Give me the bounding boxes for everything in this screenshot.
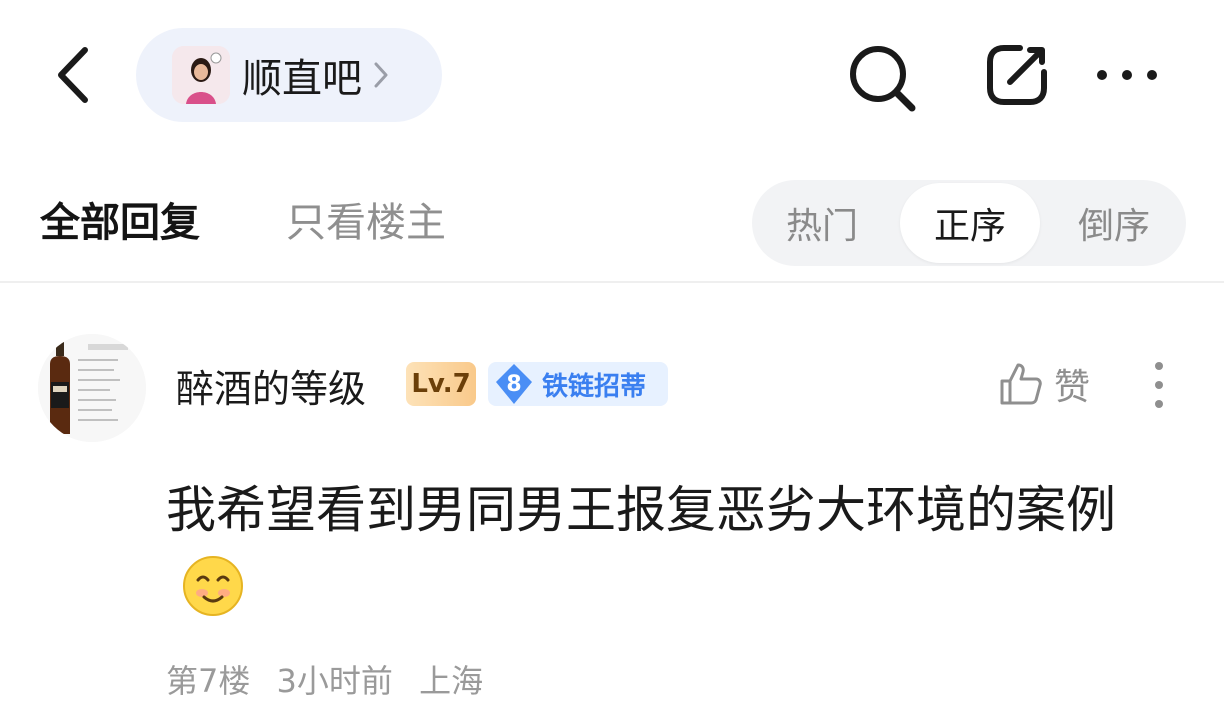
post-more-button[interactable] bbox=[1144, 360, 1174, 410]
post-time: 3小时前 bbox=[276, 662, 393, 700]
level-badge: Lv.7 bbox=[406, 362, 476, 406]
divider bbox=[0, 281, 1224, 283]
post-content: 我希望看到男同男王报复恶劣大环境的案例 bbox=[166, 470, 1176, 630]
user-avatar[interactable] bbox=[38, 334, 146, 442]
like-label: 赞 bbox=[1054, 367, 1091, 408]
title-level: 8 bbox=[506, 371, 522, 397]
post-meta: 第7楼 3小时前 上海 bbox=[166, 656, 499, 702]
floor-number: 第7楼 bbox=[166, 662, 251, 700]
title-text: 铁链招蒂 bbox=[542, 371, 647, 402]
more-horizontal-icon bbox=[1097, 70, 1157, 80]
tab-all-replies[interactable]: 全部回复 bbox=[40, 190, 200, 248]
filter-bar: 全部回复 只看楼主 热门 正序 倒序 bbox=[0, 160, 1224, 280]
sort-descending[interactable]: 倒序 bbox=[1044, 180, 1184, 266]
back-button[interactable] bbox=[48, 40, 98, 110]
more-vertical-icon bbox=[1155, 362, 1163, 408]
share-icon bbox=[987, 45, 1047, 105]
post-text: 我希望看到男同男王报复恶劣大环境的案例 bbox=[166, 481, 1116, 539]
chevron-right-icon bbox=[372, 60, 390, 90]
forum-pill[interactable]: 顺直吧 bbox=[136, 28, 442, 122]
sort-segmented-control: 热门 正序 倒序 bbox=[752, 180, 1186, 266]
chevron-left-icon bbox=[58, 47, 88, 103]
sort-ascending[interactable]: 正序 bbox=[900, 183, 1040, 263]
username[interactable]: 醉酒的等级 bbox=[176, 358, 366, 413]
post-location: 上海 bbox=[419, 662, 484, 700]
reply-post: 醉酒的等级 Lv.7 8 铁链招蒂 赞 我希望看到男同男王报复恶劣大环境的案例 bbox=[0, 284, 1224, 712]
like-button[interactable]: 赞 bbox=[998, 356, 1090, 412]
search-icon bbox=[850, 46, 916, 112]
forum-avatar bbox=[172, 46, 230, 104]
sort-hot[interactable]: 热门 bbox=[752, 180, 892, 266]
title-badge[interactable]: 8 铁链招蒂 bbox=[488, 362, 668, 406]
tab-owner-only[interactable]: 只看楼主 bbox=[286, 190, 446, 248]
thumbs-up-icon bbox=[1000, 363, 1042, 405]
top-bar: 顺直吧 bbox=[0, 0, 1224, 150]
share-button[interactable] bbox=[984, 42, 1050, 108]
search-button[interactable] bbox=[846, 42, 918, 114]
forum-name: 顺直吧 bbox=[242, 56, 362, 102]
smiley-emoji-icon bbox=[183, 556, 243, 616]
more-button[interactable] bbox=[1094, 60, 1160, 90]
